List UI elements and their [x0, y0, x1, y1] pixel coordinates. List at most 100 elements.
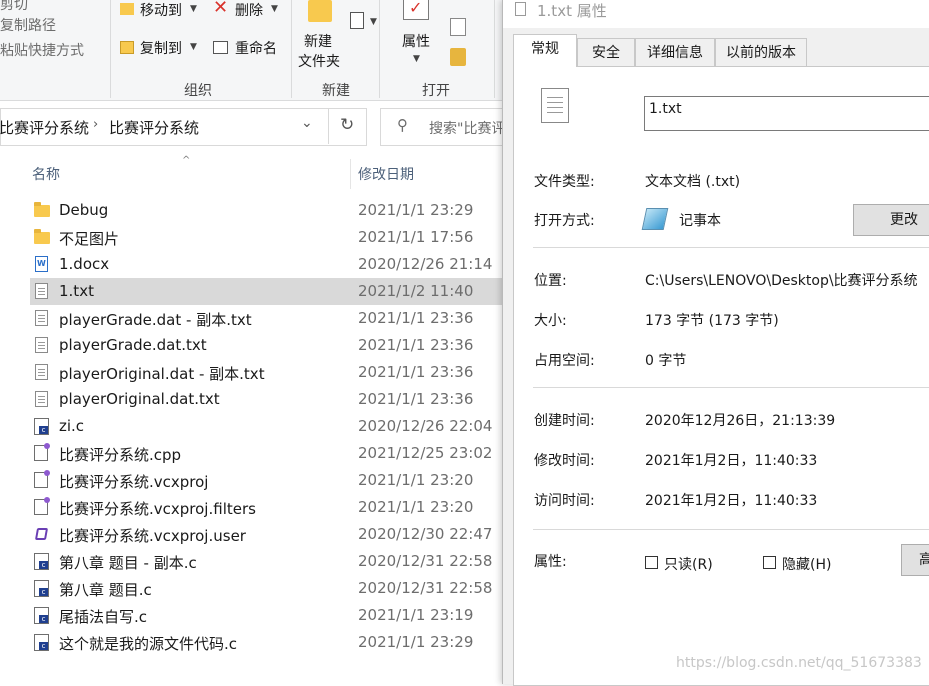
tab-security[interactable]: 安全 — [577, 38, 635, 66]
file-row[interactable]: playerGrade.dat.txt 2021/1/1 23:36 — [30, 332, 502, 359]
text-file-icon — [34, 283, 50, 300]
file-name: playerOriginal.dat - 副本.txt — [59, 365, 265, 383]
modified-label: 修改时间: — [534, 453, 595, 469]
file-row[interactable]: 1.docx 2020/12/26 21:14 — [30, 251, 502, 278]
file-name: 第八章 题目.c — [59, 581, 152, 599]
breadcrumb-item-1[interactable]: 比赛评分系统 — [0, 117, 89, 138]
delete-x-icon: ✕ — [213, 0, 229, 18]
file-row[interactable]: 1.txt 2021/1/2 11:40 — [30, 278, 502, 305]
ribbon-separator — [291, 0, 292, 98]
properties-button[interactable]: ✓ 属性 ▼ — [394, 0, 440, 74]
c-source-icon — [34, 580, 50, 597]
location-label: 位置: — [534, 273, 567, 289]
properties-label: 属性 — [402, 34, 430, 50]
word-doc-icon — [34, 256, 50, 273]
file-name: 比赛评分系统.cpp — [59, 446, 182, 464]
column-modified[interactable]: 修改日期 — [358, 164, 414, 184]
properties-dialog: 1.txt 属性 常规 安全 详细信息 以前的版本 1.txt 文件类型: 文本… — [502, 0, 929, 686]
file-row[interactable]: 第八章 题目.c 2020/12/31 22:58 — [30, 575, 502, 602]
paste-shortcut-button[interactable]: 粘贴快捷方式 — [0, 40, 84, 60]
new-folder-label-1: 新建 — [304, 34, 332, 50]
dialog-titlebar[interactable]: 1.txt 属性 — [503, 0, 929, 28]
size-value: 173 字节 (173 字节) — [645, 313, 779, 329]
text-file-icon — [34, 310, 50, 327]
size-label: 大小: — [534, 313, 567, 329]
breadcrumb-item-2[interactable]: 比赛评分系统 — [109, 117, 199, 138]
tab-previous-versions[interactable]: 以前的版本 — [715, 38, 807, 66]
folder-icon — [34, 202, 50, 219]
address-bar[interactable]: 比赛评分系统 › 比赛评分系统 ⌄ — [0, 108, 367, 146]
file-row[interactable]: playerOriginal.dat - 副本.txt 2021/1/1 23:3… — [30, 359, 502, 386]
created-label: 创建时间: — [534, 413, 595, 429]
group-new-label: 新建 — [322, 83, 350, 99]
search-placeholder: 搜索"比赛评 — [429, 121, 503, 137]
readonly-label[interactable]: 只读(R) — [664, 554, 713, 574]
readonly-checkbox[interactable] — [645, 556, 658, 569]
chevron-down-icon: ▼ — [271, 4, 278, 14]
rename-label: 重命名 — [235, 41, 277, 57]
vcxproj-icon — [34, 470, 50, 489]
chevron-down-icon: ▼ — [190, 4, 197, 14]
file-row[interactable]: 这个就是我的源文件代码.c 2021/1/1 23:29 — [30, 629, 502, 656]
edit-icon[interactable] — [450, 18, 466, 36]
file-name: 1.docx — [59, 255, 110, 273]
file-date: 2021/1/1 17:56 — [358, 228, 474, 246]
file-date: 2021/1/1 23:36 — [358, 336, 474, 354]
history-icon[interactable] — [450, 48, 466, 66]
advanced-button[interactable]: 高 — [901, 544, 929, 576]
file-row[interactable]: zi.c 2020/12/26 22:04 — [30, 413, 502, 440]
copy-path-button[interactable]: 复制路径 — [0, 15, 56, 35]
hidden-label[interactable]: 隐藏(H) — [782, 554, 831, 574]
file-row[interactable]: 不足图片 2021/1/1 17:56 — [30, 224, 502, 251]
text-file-icon — [34, 337, 50, 354]
tab-details[interactable]: 详细信息 — [635, 38, 715, 66]
file-row[interactable]: playerOriginal.dat.txt 2021/1/1 23:36 — [30, 386, 502, 413]
search-box[interactable]: ⚲ 搜索"比赛评 — [380, 108, 503, 146]
file-name: 比赛评分系统.vcxproj.filters — [59, 500, 256, 518]
c-source-icon — [34, 418, 50, 435]
file-row[interactable]: 第八章 题目 - 副本.c 2020/12/31 22:58 — [30, 548, 502, 575]
move-to-icon — [120, 3, 134, 15]
file-row[interactable]: 比赛评分系统.vcxproj 2021/1/1 23:20 — [30, 467, 502, 494]
file-date: 2021/1/1 23:20 — [358, 471, 474, 489]
hidden-checkbox[interactable] — [763, 556, 776, 569]
file-name: 比赛评分系统.vcxproj — [59, 473, 209, 491]
file-row[interactable]: Debug 2021/1/1 23:29 — [30, 197, 502, 224]
file-row[interactable]: 尾插法自写.c 2021/1/1 23:19 — [30, 602, 502, 629]
divider — [533, 387, 929, 388]
file-date: 2021/1/2 11:40 — [358, 282, 474, 300]
attributes-label: 属性: — [534, 554, 567, 570]
c-source-icon — [34, 634, 50, 651]
change-button[interactable]: 更改 — [853, 204, 929, 236]
cpp-source-icon — [34, 443, 50, 462]
tab-general[interactable]: 常规 — [513, 34, 577, 67]
c-source-icon — [34, 607, 50, 624]
column-name[interactable]: 名称 — [32, 164, 60, 184]
refresh-icon: ↻ — [340, 115, 355, 135]
move-to-label: 移动到 — [140, 3, 182, 19]
chevron-down-icon: ▼ — [413, 54, 420, 64]
new-folder-button[interactable]: 新建 文件夹 — [296, 0, 344, 74]
breadcrumb-chevron-icon: › — [93, 117, 99, 132]
new-item-icon — [350, 12, 364, 29]
file-row[interactable]: 比赛评分系统.vcxproj.user 2020/12/30 22:47 — [30, 521, 502, 548]
file-row[interactable]: 比赛评分系统.vcxproj.filters 2021/1/1 23:20 — [30, 494, 502, 521]
filename-input[interactable]: 1.txt — [644, 96, 929, 131]
location-value: C:\Users\LENOVO\Desktop\比赛评分系统 — [645, 273, 918, 289]
refresh-button[interactable]: ↻ — [328, 108, 367, 144]
file-row[interactable]: 比赛评分系统.cpp 2021/12/25 23:02 — [30, 440, 502, 467]
text-file-icon — [34, 364, 50, 381]
column-divider[interactable] — [350, 159, 351, 189]
file-name: 不足图片 — [59, 230, 120, 248]
dialog-title: 1.txt 属性 — [537, 2, 607, 20]
disk-size-label: 占用空间: — [534, 353, 595, 369]
file-date: 2020/12/26 22:04 — [358, 417, 493, 435]
file-date: 2020/12/30 22:47 — [358, 525, 493, 543]
ribbon-cut-partial[interactable]: 剪切 — [0, 0, 28, 14]
file-name: Debug — [59, 201, 109, 219]
vs-user-icon — [34, 526, 50, 543]
file-row[interactable]: playerGrade.dat - 副本.txt 2021/1/1 23:36 — [30, 305, 502, 332]
open-with-value: 记事本 — [679, 213, 721, 229]
address-dropdown-icon[interactable]: ⌄ — [301, 115, 313, 131]
ribbon: 剪切 复制路径 粘贴快捷方式 移动到 ▼ 复制到 ▼ ✕ 删除 ▼ 重命名 组织… — [0, 0, 502, 101]
